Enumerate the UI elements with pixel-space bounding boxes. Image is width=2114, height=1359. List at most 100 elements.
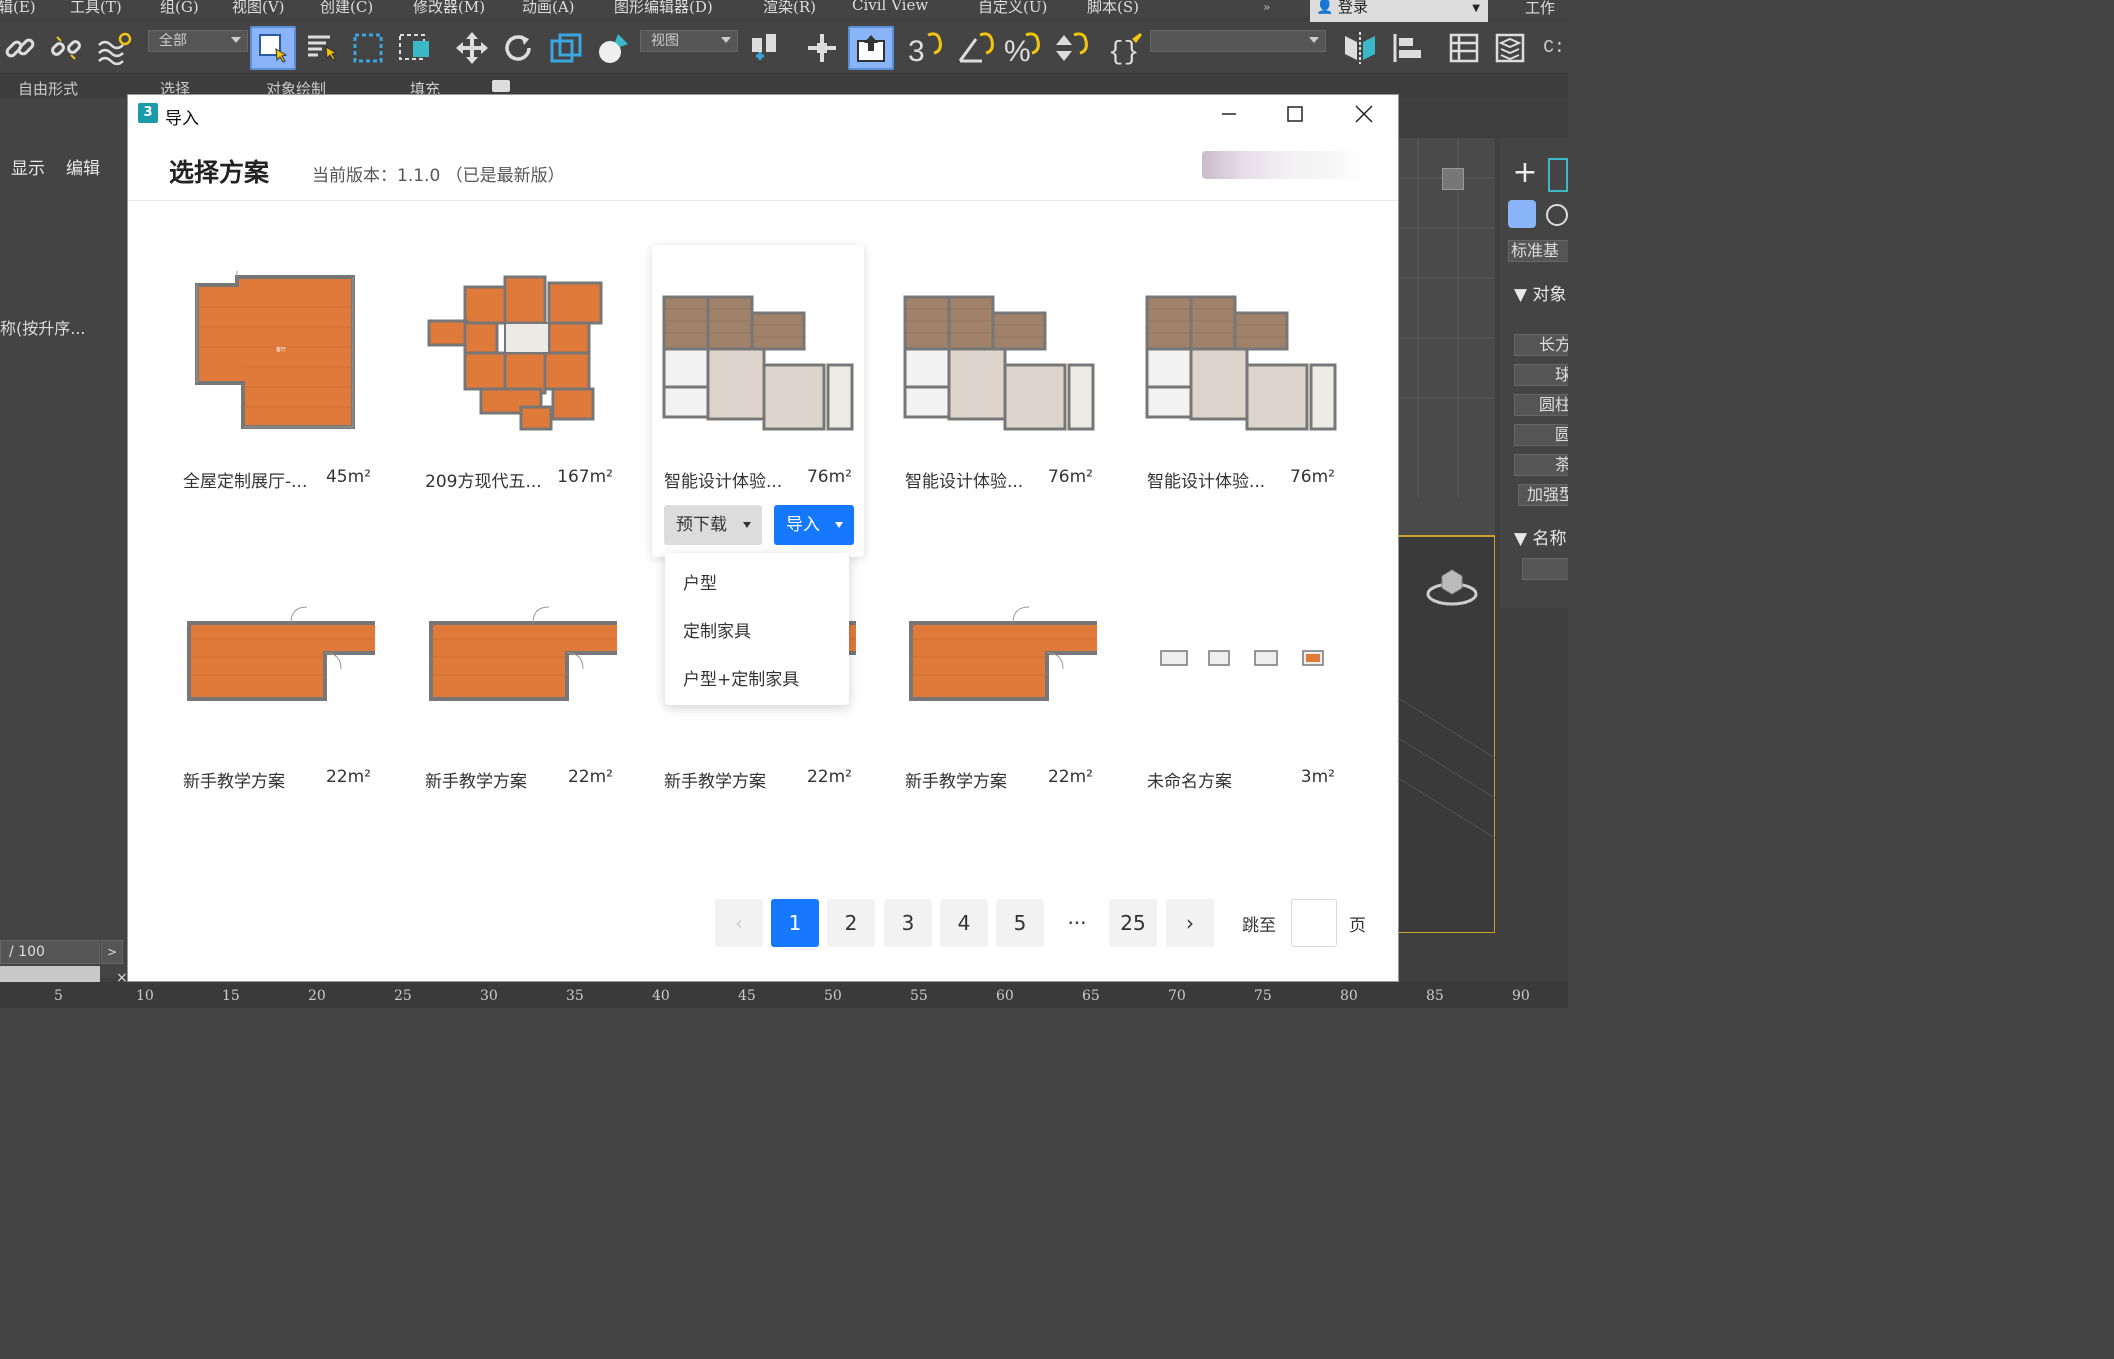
timeline-ruler[interactable]: 5 10 15 20 25 30 35 40 45 50 55 60 65 70… [0,982,1568,1008]
ruler-tick-label: 20 [308,988,326,1004]
login-label: 登录 [1338,0,1369,16]
page-button[interactable]: 4 [940,899,988,947]
angle-snap-icon[interactable] [954,28,998,68]
predownload-button[interactable]: 预下载 [664,505,762,545]
bind-spacewarp-icon[interactable] [92,28,136,68]
percent-snap-icon[interactable]: % [1000,28,1044,68]
maximize-button[interactable] [1272,99,1318,129]
menu-display[interactable]: 显示 [11,154,45,179]
viewport[interactable] [1397,138,1496,934]
menu-edit[interactable]: 辑(E) [0,0,36,17]
menu-edit-explorer[interactable]: 编辑 [66,154,100,179]
place-icon[interactable] [594,28,634,68]
menu-scripting[interactable]: 脚本(S) [1087,0,1139,17]
dropdown-item-floorplan-and-furniture[interactable]: 户型+定制家具 [683,665,799,690]
page-button[interactable]: 25 [1109,899,1157,947]
plan-card[interactable]: 未命名方案 3m² [1135,545,1347,857]
plan-card[interactable]: 智能设计体验... 76m² [1135,245,1347,557]
menu-rendering[interactable]: 渲染(R) [763,0,816,17]
geometry-icon[interactable] [1508,200,1536,228]
menu-modifiers[interactable]: 修改器(M) [413,0,485,17]
object-type-section[interactable]: ▼ 对象 [1514,280,1566,305]
plan-card[interactable]: 智能设计体验... 76m² 预下载 导入 [652,245,864,557]
menu-overflow-icon[interactable]: » [1263,0,1275,18]
reference-coordinate-dropdown[interactable]: 视图 [640,30,738,52]
plan-card[interactable]: 新手教学方案 22m² [171,545,383,857]
close-button[interactable] [1341,99,1387,129]
name-column-header[interactable]: 称(按升序... [0,318,127,342]
dropdown-item-floorplan[interactable]: 户型 [683,569,717,594]
name-field[interactable] [1522,558,1568,580]
dropdown-item-custom-furniture[interactable]: 定制家具 [683,617,751,642]
manipulate-icon[interactable] [800,28,844,68]
menu-create[interactable]: 创建(C) [320,0,373,17]
tab-freeform[interactable]: 自由形式 [18,78,78,99]
scene-explorer-icon[interactable] [1444,28,1484,68]
shapes-icon[interactable] [1546,204,1568,226]
import-button[interactable]: 导入 [774,505,854,545]
page-button[interactable]: 2 [827,899,875,947]
link-icon[interactable] [0,28,40,68]
align-icon[interactable] [1386,28,1430,68]
menu-views[interactable]: 视图(V) [232,0,285,17]
cylinder-button[interactable]: 圆柱 [1514,394,1568,416]
snaps-toggle-icon[interactable]: 3 [904,28,948,68]
ruler-tick-label: 75 [1254,988,1272,1004]
next-frame-button[interactable]: > [101,940,123,964]
torus-button[interactable]: 圆 [1514,424,1568,446]
selection-filter-value: 全部 [159,33,187,49]
box-button[interactable]: 长方 [1514,334,1568,356]
edit-named-selection-icon[interactable]: {} [1104,28,1148,68]
login-dropdown[interactable]: 👤 登录 ▼ [1310,0,1488,22]
mirror-icon[interactable] [1338,28,1382,68]
rotate-icon[interactable] [498,28,538,68]
frame-counter[interactable]: / 100 [0,940,100,964]
plan-card[interactable]: 智能设计体验... 76m² [893,245,1105,557]
keyboard-shortcut-override-icon[interactable] [848,26,894,70]
move-icon[interactable] [450,28,494,68]
name-color-section[interactable]: ▼ 名称 [1514,524,1566,549]
unlink-icon[interactable] [46,28,86,68]
plan-card[interactable]: 客厅 全屋定制展厅-... 45m² [171,245,383,557]
plan-card[interactable]: 209方现代五... 167m² [413,245,625,557]
selection-filter-dropdown[interactable]: 全部 [148,30,248,52]
plan-card[interactable]: 新手教学方案 22m² [413,545,625,857]
minimize-button[interactable] [1206,99,1252,129]
page-button[interactable]: 1 [771,899,819,947]
viewcube-3d-icon[interactable] [1426,566,1478,606]
page-button[interactable]: 3 [884,899,932,947]
modify-tab-icon[interactable] [1548,158,1568,192]
menu-civil-view[interactable]: Civil View [852,0,928,14]
prev-page-button[interactable]: ‹ [715,899,763,947]
menu-animation[interactable]: 动画(A) [522,0,575,17]
dialog-titlebar[interactable]: 3 导入 [128,95,1398,133]
menu-group[interactable]: 组(G) [160,0,199,17]
sphere-button[interactable]: 球 [1514,364,1568,386]
jump-to-label: 跳至 [1242,916,1276,936]
viewcube-icon[interactable] [1442,168,1464,190]
category-dropdown[interactable]: 标准基 [1508,240,1568,262]
enhanced-button[interactable]: 加强型 [1518,484,1568,506]
create-tab-icon[interactable]: + [1508,158,1542,192]
window-crossing-icon[interactable] [394,28,438,68]
command-field-icon[interactable]: C: [1540,28,1568,68]
layer-explorer-icon[interactable] [1490,28,1530,68]
pivot-center-icon[interactable] [746,28,788,68]
next-page-button[interactable]: › [1166,899,1214,947]
ribbon-toggle-icon[interactable] [492,80,510,92]
menu-customize[interactable]: 自定义(U) [978,0,1047,17]
select-by-name-icon[interactable] [300,28,344,68]
named-selection-dropdown[interactable] [1150,30,1326,52]
user-avatar[interactable] [1202,151,1366,179]
plan-card[interactable]: 新手教学方案 22m² [893,545,1105,857]
pagination-ellipsis[interactable]: ··· [1053,899,1101,947]
menu-graph-editors[interactable]: 图形编辑器(D) [614,0,713,17]
page-button[interactable]: 5 [996,899,1044,947]
select-object-icon[interactable] [250,26,296,70]
scale-icon[interactable] [544,28,588,68]
menu-tools[interactable]: 工具(T) [70,0,122,17]
teapot-button[interactable]: 茶 [1514,454,1568,476]
spinner-snap-icon[interactable] [1048,28,1092,68]
jump-page-input[interactable] [1291,899,1337,947]
rect-selection-icon[interactable] [348,28,388,68]
